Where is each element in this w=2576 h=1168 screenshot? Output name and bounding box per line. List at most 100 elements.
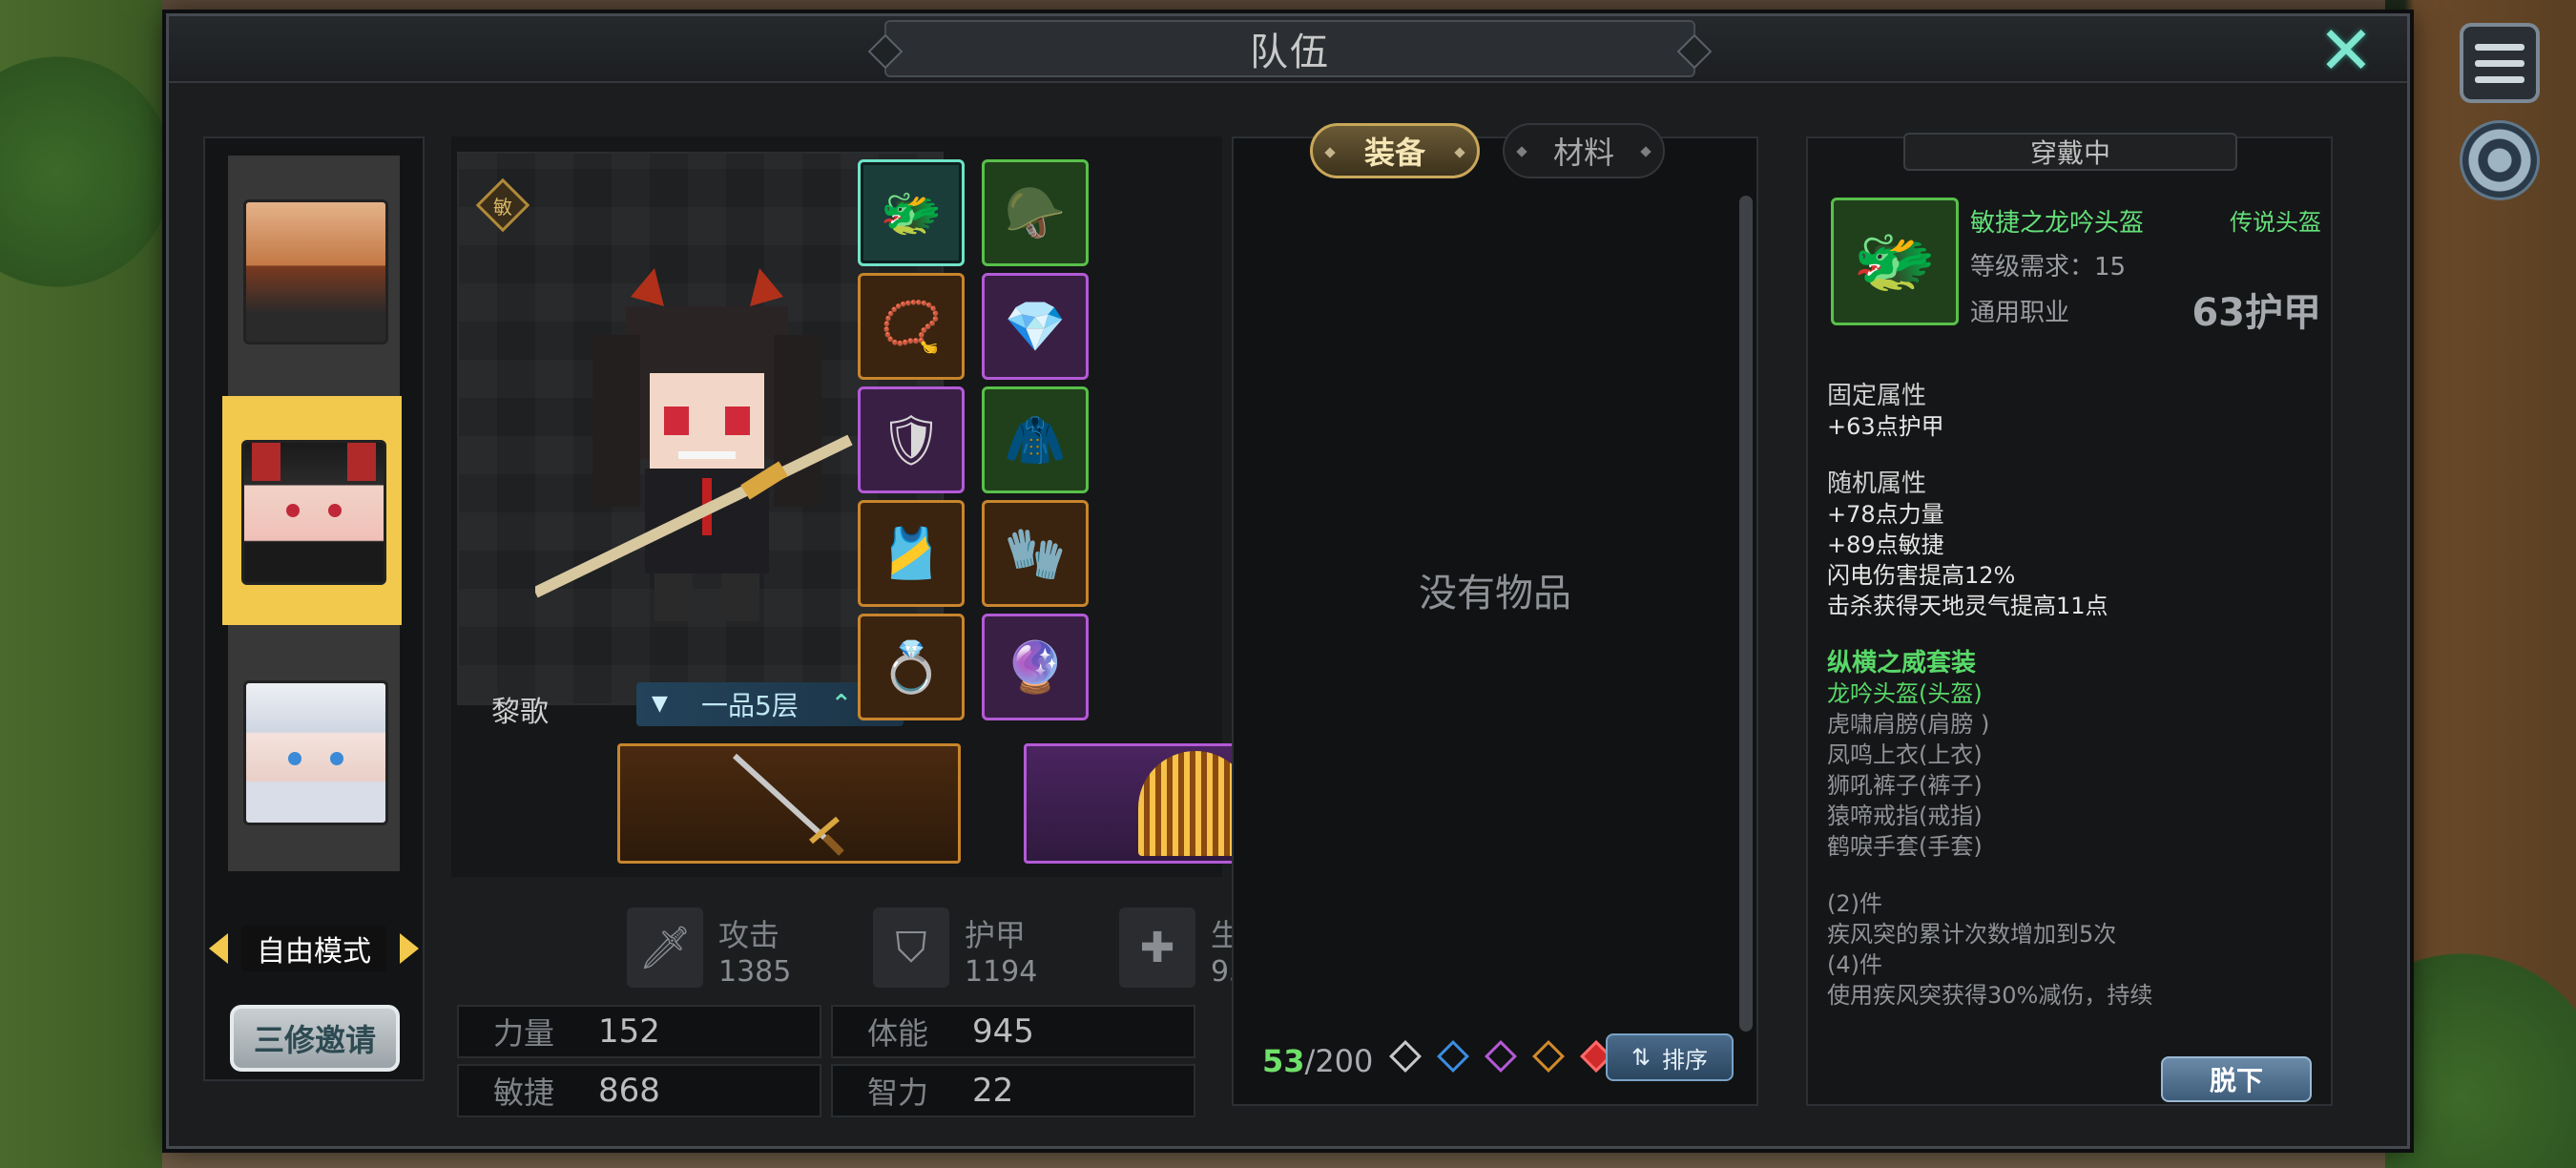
avatar — [243, 680, 388, 825]
capacity: 53/200 — [1262, 1043, 1374, 1079]
bead-necklace-icon: 📿 — [880, 298, 943, 356]
inventory-scrollbar[interactable] — [1739, 196, 1753, 1032]
menu-icon[interactable] — [2460, 23, 2540, 103]
roster-list — [222, 156, 402, 871]
attr-intelligence: 智力 22 — [831, 1064, 1195, 1117]
weapon-slot[interactable] — [617, 743, 961, 864]
mode-selector: 自由模式 — [209, 926, 419, 971]
inventory-panel: 装备 材料 没有物品 53/200 ⇅ 排序 — [1232, 123, 1758, 1106]
sword-icon — [732, 753, 844, 856]
item-detail-panel: 穿戴中 🐲 敏捷之龙吟头盔 传说头盔 等级需求：15 通用职业 63护甲 固定属… — [1806, 133, 2333, 1106]
close-icon[interactable]: ✕ — [2316, 17, 2377, 84]
armor-icon: 🛡 — [879, 411, 943, 469]
agility-badge: 敏 — [475, 177, 530, 233]
character-sprite — [535, 268, 853, 621]
shoulder-icon: 🎽 — [880, 525, 943, 583]
avatar — [241, 440, 386, 585]
random-attr-line: +78点力量 — [1827, 501, 1944, 528]
window-header: 队伍 ✕ — [169, 16, 2407, 84]
stat-label: 护甲 — [965, 917, 1027, 953]
set-piece: 龙吟头盔(头盔) — [1827, 680, 1983, 707]
equip-slot[interactable]: 🎽 — [858, 500, 965, 607]
random-attr-line: 击杀获得天地灵气提高11点 — [1827, 593, 2109, 619]
invite-button[interactable]: 三修邀请 — [230, 1005, 400, 1072]
fixed-attr-title: 固定属性 — [1827, 382, 1927, 410]
mode-label: 自由模式 — [241, 926, 386, 971]
equip-slot[interactable]: 🐲 — [858, 159, 965, 266]
dragon-helmet-icon: 🐲 — [1831, 198, 1959, 325]
item-class-requirement: 通用职业 — [1970, 299, 2070, 327]
team-window: 队伍 ✕ 自由模式 三修邀请 敏 黎歌 ▼ 一品5层 ⌃ 🐲 🪖 📿 💎 🛡 🧥… — [166, 13, 2410, 1149]
equip-slot[interactable]: 💎 — [982, 273, 1089, 380]
tab-equipment[interactable]: 装备 — [1310, 123, 1480, 178]
item-description[interactable]: 固定属性 +63点护甲 随机属性 +78点力量 +89点敏捷闪电伤害提高12% 击杀获得天… — [1827, 381, 2314, 1007]
sort-button[interactable]: ⇅ 排序 — [1606, 1033, 1734, 1081]
set-piece: 鹤唳手套(手套) — [1827, 833, 1983, 860]
tab-materials[interactable]: 材料 — [1503, 123, 1665, 178]
rank-up-icon: ⌃ — [830, 690, 852, 719]
arrow-right-icon[interactable] — [400, 933, 419, 964]
random-attr-title: 随机属性 — [1827, 469, 1927, 498]
equip-slot[interactable]: 💍 — [858, 614, 965, 720]
equip-slot[interactable]: 📿 — [858, 273, 965, 380]
set-piece: 虎啸肩膀(肩膀 ) — [1827, 711, 1990, 738]
character-roster: 自由模式 三修邀请 — [203, 136, 425, 1081]
item-rarity: 传说头盔 — [2230, 209, 2321, 236]
attr-stamina: 体能 945 — [831, 1005, 1195, 1058]
equip-slot[interactable]: 🧤 — [982, 500, 1089, 607]
item-armor-value: 63护甲 — [2192, 291, 2321, 335]
red-armor-icon: 🧥 — [1004, 411, 1067, 469]
equip-slot[interactable]: 🛡 — [858, 386, 965, 493]
equip-slot[interactable]: 🔮 — [982, 614, 1089, 720]
filter-blue-icon[interactable] — [1437, 1040, 1469, 1073]
stat-value: 1194 — [965, 955, 1038, 989]
set-bonus-line: (4)件 — [1827, 951, 1882, 978]
wearing-label: 穿戴中 — [1903, 133, 2237, 171]
dragon-helmet-icon: 🐲 — [880, 184, 943, 242]
rank-icon: ▼ — [652, 692, 668, 716]
unequip-button[interactable]: 脱下 — [2161, 1056, 2312, 1102]
attr-strength: 力量 152 — [457, 1005, 821, 1058]
gold-gem-icon: 💎 — [1004, 298, 1067, 356]
filter-purple-icon[interactable] — [1485, 1040, 1517, 1073]
jade-orb-icon: 🔮 — [1004, 638, 1067, 697]
gauntlet-icon: 🧤 — [1004, 525, 1067, 583]
rank-label: 一品5层 — [701, 690, 799, 721]
background-strip-bottom — [162, 1149, 2385, 1168]
character-name: 黎歌 — [491, 696, 549, 729]
stat-value: 1385 — [718, 955, 792, 989]
equip-slot[interactable]: 🧥 — [982, 386, 1089, 493]
equip-slot[interactable]: 🪖 — [982, 159, 1089, 266]
shield-icon: ⛉ — [873, 907, 949, 988]
stat-label: 攻击 — [718, 917, 780, 953]
set-name: 纵横之威套装 — [1827, 649, 1977, 678]
sort-icon: ⇅ — [1631, 1044, 1652, 1071]
set-bonus-line: 疾风突的累计次数增加到5次 — [1827, 921, 2117, 948]
fixed-attr-line: +63点护甲 — [1827, 413, 1944, 440]
rarity-filters — [1389, 1040, 1612, 1073]
avatar — [243, 199, 388, 344]
random-attr-line: +89点敏捷 — [1827, 532, 1944, 558]
swirl-icon[interactable] — [2460, 120, 2540, 200]
filter-white-icon[interactable] — [1389, 1040, 1422, 1073]
roster-slot-2[interactable] — [222, 396, 402, 625]
attr-agility: 敏捷 868 — [457, 1064, 821, 1117]
set-bonus-line: (2)件 — [1827, 890, 1882, 917]
filter-orange-icon[interactable] — [1532, 1040, 1565, 1073]
roster-slot-3[interactable] — [228, 636, 400, 866]
ring-icon: 💍 — [880, 638, 943, 697]
roster-slot-1[interactable] — [228, 156, 400, 385]
set-piece: 狮吼裤子(裤子) — [1827, 772, 1983, 799]
heart-icon: ✚ — [1119, 907, 1195, 988]
set-piece: 猿啼戒指(戒指) — [1827, 803, 1983, 829]
gray-helmet-icon: 🪖 — [1004, 184, 1067, 242]
window-title: 队伍 — [884, 20, 1695, 77]
arrow-left-icon[interactable] — [209, 933, 228, 964]
random-attr-line: 闪电伤害提高12% — [1827, 562, 2016, 589]
item-name: 敏捷之龙吟头盔 — [1970, 209, 2145, 238]
set-bonus-line: 使用疾风突获得30%减伤，持续 — [1827, 982, 2153, 1007]
set-piece: 凤鸣上衣(上衣) — [1827, 741, 1983, 768]
empty-message: 没有物品 — [1419, 572, 1571, 615]
item-level-requirement: 等级需求：15 — [1970, 253, 2127, 282]
sword-icon: 🗡 — [627, 907, 703, 988]
